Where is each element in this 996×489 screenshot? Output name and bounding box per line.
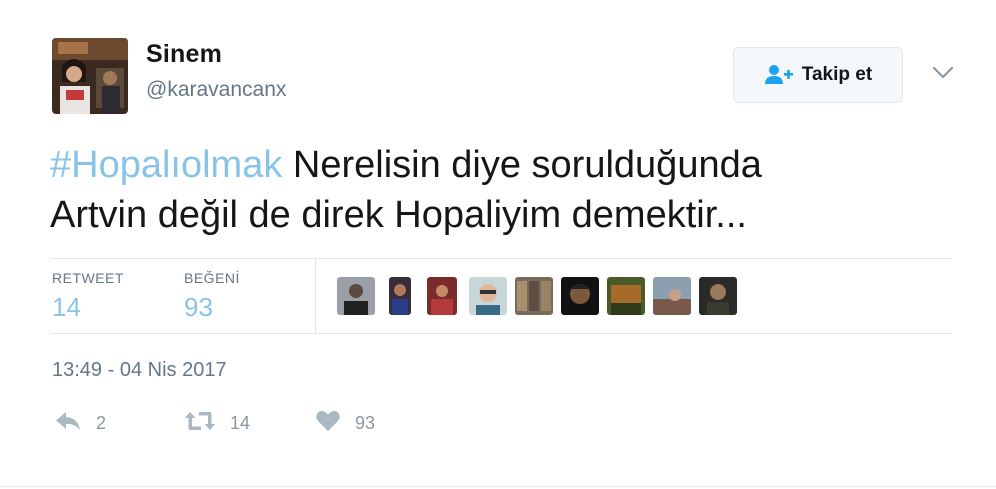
author-name[interactable]: Sinem xyxy=(146,40,222,69)
reply-count: 2 xyxy=(96,412,107,433)
divider xyxy=(50,333,952,334)
follow-button-label: Takip et xyxy=(801,64,873,85)
reply-icon xyxy=(54,409,82,438)
retweet-button[interactable]: 14 xyxy=(184,410,250,436)
divider xyxy=(50,258,952,259)
liker-avatar[interactable] xyxy=(469,277,507,315)
liker-avatar[interactable] xyxy=(389,277,411,315)
tweet-text: #Hopalıolmak Nerelisin diye sorulduğunda… xyxy=(50,140,950,240)
like-count: 93 xyxy=(355,412,376,433)
author-handle[interactable]: @karavancanx xyxy=(146,78,286,102)
liker-avatar[interactable] xyxy=(427,277,457,315)
liker-avatar[interactable] xyxy=(561,277,599,315)
add-user-icon xyxy=(764,64,794,86)
liker-avatar[interactable] xyxy=(607,277,645,315)
chevron-down-icon[interactable] xyxy=(930,64,956,82)
retweet-stat-count[interactable]: 14 xyxy=(52,292,81,323)
tweet-line-1: #Hopalıolmak Nerelisin diye sorulduğunda xyxy=(50,140,950,190)
tweet-line-2: Artvin değil de direk Hopaliyim demektir… xyxy=(50,194,747,236)
stats-separator xyxy=(315,259,316,333)
tweet-card: Sinem @karavancanx Takip et #Hopalıolmak… xyxy=(0,0,996,489)
retweet-icon xyxy=(184,409,216,438)
retweet-count: 14 xyxy=(230,412,251,433)
liker-avatar[interactable] xyxy=(515,277,553,315)
author-avatar[interactable] xyxy=(52,38,128,114)
liker-avatar[interactable] xyxy=(699,277,737,315)
liker-avatar[interactable] xyxy=(337,277,375,315)
liker-avatar[interactable] xyxy=(653,277,691,315)
like-stat-count[interactable]: 93 xyxy=(184,292,213,323)
like-button[interactable]: 93 xyxy=(315,410,375,436)
liker-avatars xyxy=(337,277,745,315)
follow-button[interactable]: Takip et xyxy=(733,47,903,103)
like-stat-label[interactable]: BEĞENİ xyxy=(184,270,240,286)
tweet-text-part-1: Nerelisin diye sorulduğunda xyxy=(282,144,762,186)
heart-icon xyxy=(315,409,341,438)
reply-button[interactable]: 2 xyxy=(54,410,106,436)
tweet-timestamp[interactable]: 13:49 - 04 Nis 2017 xyxy=(52,359,227,382)
retweet-stat-label[interactable]: RETWEET xyxy=(52,270,124,286)
bottom-divider xyxy=(0,486,996,487)
hashtag-link[interactable]: #Hopalıolmak xyxy=(50,144,282,186)
